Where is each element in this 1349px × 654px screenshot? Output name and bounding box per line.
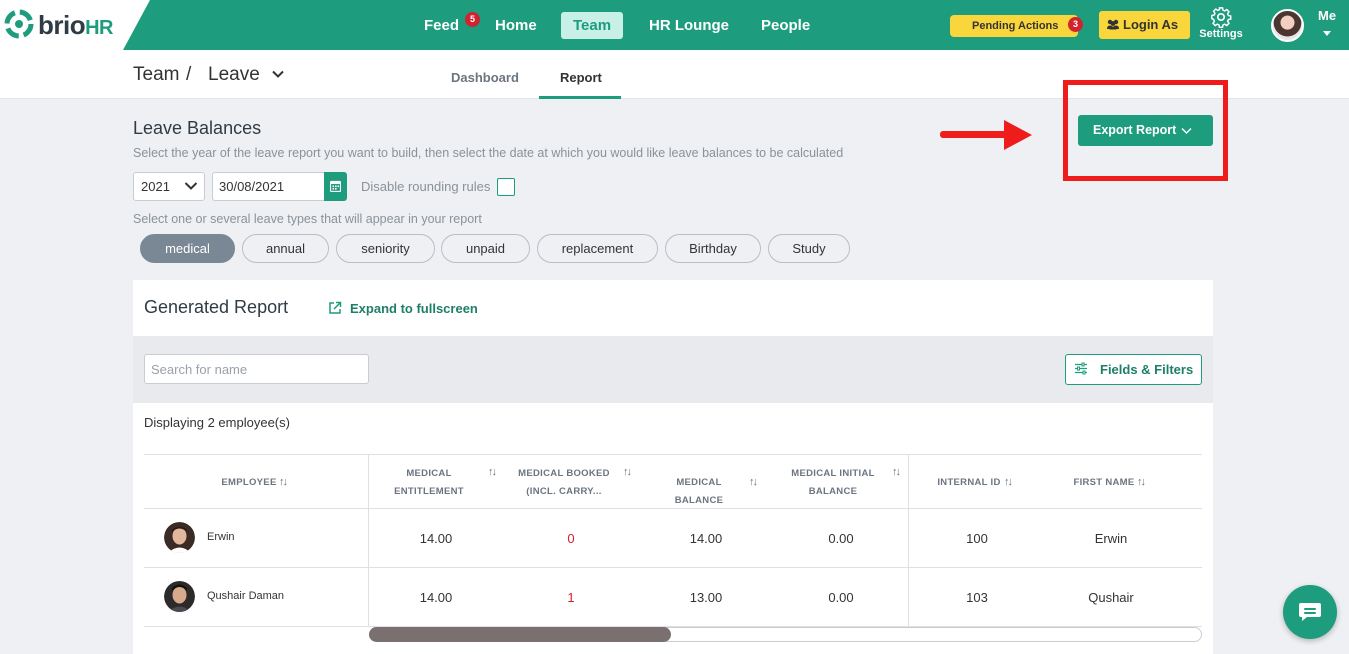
table-row-border (144, 567, 1202, 568)
employee-count-text: Displaying 2 employee(s) (144, 415, 290, 430)
chat-icon (1299, 603, 1321, 621)
tab-report[interactable]: Report (560, 70, 602, 85)
cell-medical-initial-balance: 0.00 (828, 590, 854, 605)
cell-medical-booked: 0 (567, 531, 575, 546)
leave-type-chip-seniority[interactable]: seniority (336, 234, 435, 263)
column-header-medical-initial-balance[interactable]: MEDICAL INITIAL BALANCE (785, 465, 881, 501)
leave-type-chip-birthday[interactable]: Birthday (665, 234, 761, 263)
settings-button[interactable]: Settings (1199, 4, 1243, 40)
chevron-down-icon[interactable] (1181, 126, 1192, 135)
login-as-button[interactable]: Login As (1099, 11, 1190, 39)
cell-medical-balance: 14.00 (689, 531, 723, 546)
table-header-top-border (144, 454, 1202, 455)
cell-medical-entitlement: 14.00 (419, 531, 453, 546)
cell-first-name: Erwin (1094, 531, 1128, 546)
nav-hr-lounge[interactable]: HR Lounge (649, 12, 729, 39)
column-header-employee[interactable]: EMPLOYEE (214, 474, 284, 492)
cell-medical-initial-balance: 0.00 (828, 531, 854, 546)
breadcrumb-separator: / (186, 64, 192, 85)
sort-icon[interactable]: ↑↓ (892, 466, 901, 478)
leave-type-chip-study[interactable]: Study (768, 234, 850, 263)
column-header-first-name[interactable]: FIRST NAME (1070, 474, 1138, 492)
generated-report-title: Generated Report (144, 297, 289, 317)
feed-badge: 5 (465, 12, 480, 27)
expand-fullscreen-link[interactable]: Expand to fullscreen (350, 301, 478, 316)
sliders-icon (1075, 362, 1087, 375)
search-name-input[interactable] (144, 354, 369, 384)
sort-icon[interactable]: ↑↓ (1137, 476, 1146, 488)
nav-team[interactable]: Team (561, 12, 624, 39)
tab-dashboard[interactable]: Dashboard (451, 70, 519, 85)
pending-actions-badge: 3 (1068, 17, 1083, 32)
breadcrumb-leave[interactable]: Leave (208, 64, 260, 86)
annotation-arrow (940, 120, 1032, 150)
leave-type-chip-medical[interactable]: medical (140, 234, 235, 263)
chevron-down-icon[interactable] (184, 180, 198, 192)
leave-balances-description: Select the year of the leave report you … (133, 146, 844, 160)
employee-name[interactable]: Qushair Daman (207, 590, 284, 602)
leave-type-chip-unpaid[interactable]: unpaid (441, 234, 530, 263)
avatar (164, 522, 195, 553)
sort-icon[interactable]: ↑↓ (749, 476, 758, 488)
column-header-medical-balance[interactable]: MEDICAL BALANCE (651, 474, 747, 510)
nav-home[interactable]: Home (495, 12, 537, 39)
calendar-button[interactable] (324, 172, 347, 201)
cell-internal-id: 103 (966, 590, 988, 605)
user-avatar[interactable] (1271, 9, 1304, 42)
me-caret-icon[interactable] (1323, 31, 1331, 36)
external-link-icon[interactable] (328, 301, 342, 315)
sort-icon[interactable]: ↑↓ (623, 466, 632, 478)
leave-types-description: Select one or several leave types that w… (133, 212, 482, 226)
disable-rounding-checkbox[interactable] (497, 178, 515, 196)
column-header-internal-id[interactable]: INTERNAL ID (934, 474, 1004, 492)
leave-type-chip-annual[interactable]: annual (242, 234, 329, 263)
table-column-divider (908, 454, 909, 626)
gear-icon (1211, 7, 1232, 28)
calendar-icon (330, 180, 341, 192)
date-input[interactable]: 30/08/2021 (212, 172, 324, 201)
cell-first-name: Qushair (1088, 590, 1134, 605)
cell-medical-booked: 1 (567, 590, 575, 605)
column-header-medical-entitlement[interactable]: MEDICAL ENTITLEMENT (384, 465, 474, 501)
horizontal-scrollbar-thumb[interactable] (369, 627, 671, 642)
cell-internal-id: 100 (966, 531, 988, 546)
chevron-down-icon[interactable] (271, 67, 285, 81)
cell-medical-entitlement: 14.00 (419, 590, 453, 605)
sort-icon[interactable]: ↑↓ (488, 466, 497, 478)
disable-rounding-label: Disable rounding rules (361, 179, 491, 194)
sort-icon[interactable]: ↑↓ (279, 476, 288, 488)
users-icon (1107, 19, 1119, 30)
nav-feed[interactable]: Feed (424, 12, 459, 39)
export-report-button[interactable]: Export Report (1078, 115, 1213, 146)
leave-type-chip-replacement[interactable]: replacement (537, 234, 658, 263)
active-tab-indicator (539, 96, 621, 99)
table-column-divider (368, 454, 369, 626)
sort-icon[interactable]: ↑↓ (1004, 476, 1013, 488)
avatar (164, 581, 195, 612)
breadcrumb-team[interactable]: Team (133, 64, 179, 86)
chat-button[interactable] (1283, 585, 1337, 639)
column-header-medical-booked[interactable]: MEDICAL BOOKED (INCL. CARRY... (515, 465, 613, 501)
pending-actions-button[interactable]: Pending Actions (950, 15, 1078, 37)
me-menu-label[interactable]: Me (1318, 8, 1336, 23)
brio-logo-icon (4, 9, 34, 39)
cell-medical-balance: 13.00 (689, 590, 723, 605)
brand-wordmark: brioHR (38, 10, 113, 40)
employee-name[interactable]: Erwin (207, 531, 235, 543)
nav-people[interactable]: People (761, 12, 810, 39)
leave-balances-title: Leave Balances (133, 118, 262, 138)
